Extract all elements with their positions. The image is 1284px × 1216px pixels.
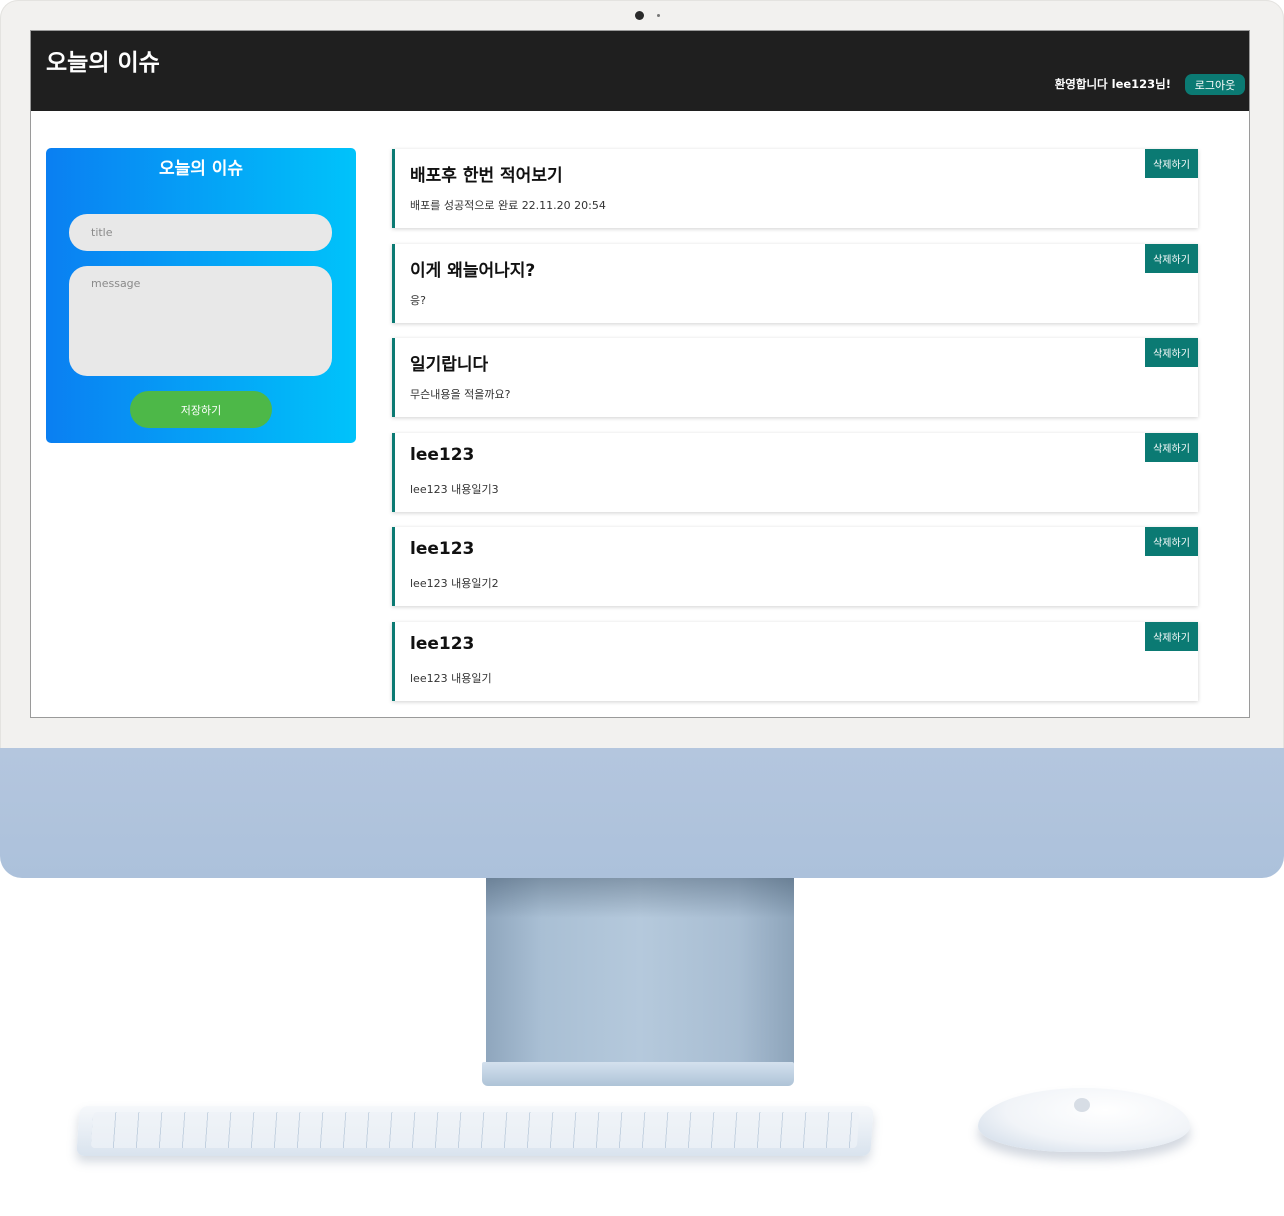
- post-title: 일기랍니다: [410, 355, 489, 376]
- post-form-card: 오늘의 이슈 저장하기: [46, 148, 356, 443]
- apple-logo-icon: [1074, 1098, 1090, 1112]
- screen: 오늘의 이슈 환영합니다 lee123님! 로그아웃 오늘의 이슈 저장하기 배…: [30, 30, 1250, 718]
- post-card: lee123 lee123 내용일기3 삭제하기: [392, 432, 1198, 512]
- post-body: 응?: [410, 293, 426, 307]
- app-title: 오늘의 이슈: [46, 50, 160, 76]
- post-card: lee123 lee123 내용일기 삭제하기: [392, 621, 1198, 701]
- delete-button[interactable]: 삭제하기: [1145, 621, 1198, 651]
- imac-stand-shadow: [486, 878, 794, 918]
- post-body: lee123 내용일기2: [410, 577, 499, 591]
- keyboard-keys: [90, 1112, 860, 1148]
- delete-button[interactable]: 삭제하기: [1145, 149, 1198, 178]
- post-title: lee123: [410, 444, 475, 465]
- delete-button[interactable]: 삭제하기: [1145, 243, 1198, 273]
- post-card: 배포후 한번 적어보기 배포를 성공적으로 완료 22.11.20 20:54 …: [392, 149, 1198, 228]
- post-title: 이게 왜늘어나지?: [410, 260, 536, 281]
- message-input[interactable]: [69, 266, 332, 376]
- delete-button[interactable]: 삭제하기: [1145, 432, 1198, 462]
- post-list: 배포후 한번 적어보기 배포를 성공적으로 완료 22.11.20 20:54 …: [392, 149, 1198, 717]
- post-card: 이게 왜늘어나지? 응? 삭제하기: [392, 243, 1198, 323]
- post-card: 일기랍니다 무슨내용을 적을까요? 삭제하기: [392, 338, 1198, 418]
- save-button[interactable]: 저장하기: [130, 391, 272, 428]
- app-header: 오늘의 이슈 환영합니다 lee123님! 로그아웃: [31, 31, 1249, 111]
- camera-led-icon: [657, 14, 660, 17]
- post-body: lee123 내용일기: [410, 671, 492, 685]
- title-input[interactable]: [69, 214, 332, 251]
- post-title: lee123: [410, 633, 475, 654]
- logout-button[interactable]: 로그아웃: [1185, 74, 1245, 95]
- camera-icon: [635, 11, 644, 20]
- imac-foot: [482, 1062, 794, 1086]
- imac-chin: [0, 748, 1284, 878]
- post-body: 배포를 성공적으로 완료 22.11.20 20:54: [410, 199, 606, 212]
- form-title: 오늘의 이슈: [158, 159, 244, 179]
- delete-button[interactable]: 삭제하기: [1145, 527, 1198, 557]
- delete-button[interactable]: 삭제하기: [1145, 338, 1198, 368]
- post-body: 무슨내용을 적을까요?: [410, 388, 511, 402]
- mouse-image: [978, 1088, 1190, 1152]
- post-title: lee123: [410, 539, 475, 560]
- keyboard-image: [76, 1106, 874, 1156]
- welcome-text: 환영합니다 lee123님!: [1054, 77, 1171, 91]
- post-title: 배포후 한번 적어보기: [410, 166, 563, 186]
- post-body: lee123 내용일기3: [410, 482, 499, 496]
- post-card: lee123 lee123 내용일기2 삭제하기: [392, 527, 1198, 607]
